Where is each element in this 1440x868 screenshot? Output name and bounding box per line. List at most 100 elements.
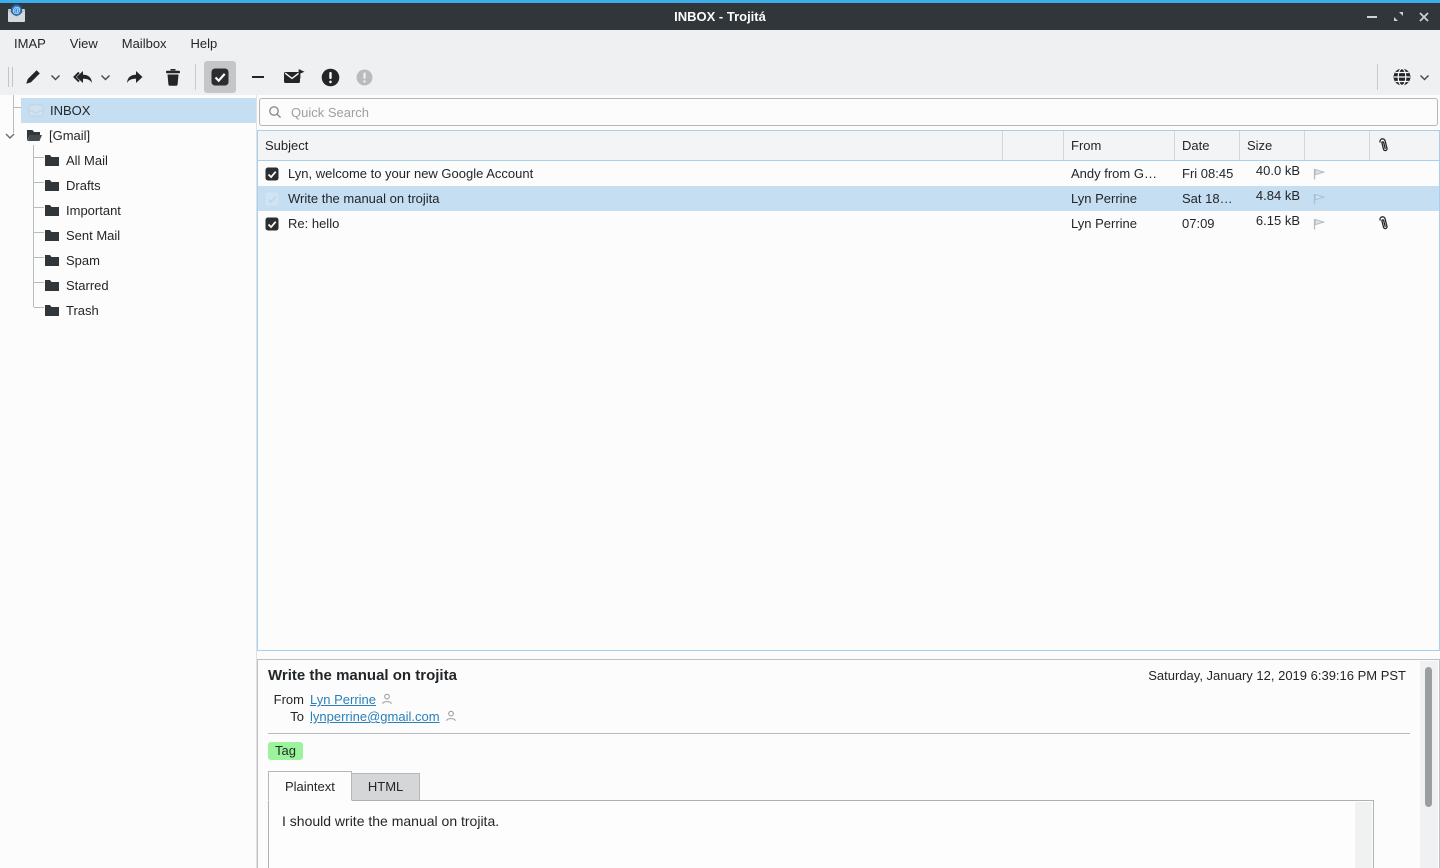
sidebar-item-drafts[interactable]: Drafts — [0, 173, 256, 198]
chevron-down-icon — [1418, 71, 1431, 84]
preview-date: Saturday, January 12, 2019 6:39:16 PM PS… — [1148, 668, 1410, 683]
tag-badge[interactable]: Tag — [268, 742, 303, 760]
message-date: Fri 08:45 — [1175, 161, 1240, 186]
preview-scrollbar-track[interactable] — [1420, 661, 1438, 868]
person-icon[interactable] — [381, 693, 393, 705]
sidebar-item-gmail[interactable]: [Gmail] — [0, 123, 256, 148]
sidebar-item-inbox[interactable]: INBOX — [0, 98, 256, 123]
message-body[interactable]: I should write the manual on trojita. — [268, 800, 1374, 868]
search-box[interactable] — [259, 98, 1438, 126]
column-header-blank[interactable] — [1003, 131, 1064, 160]
read-checkbox-icon[interactable] — [265, 167, 279, 181]
message-size: 4.84 kB — [1240, 183, 1305, 208]
sidebar-item-label: All Mail — [66, 153, 108, 168]
column-header-from[interactable]: From — [1064, 131, 1175, 160]
toolbar — [0, 57, 1440, 98]
preview-divider — [268, 733, 1410, 734]
sidebar-item-sent-mail[interactable]: Sent Mail — [0, 223, 256, 248]
from-link[interactable]: Lyn Perrine — [310, 692, 376, 707]
message-from: Lyn Perrine — [1064, 211, 1175, 236]
message-subject: Lyn, welcome to your new Google Account — [288, 166, 533, 181]
body-scrollbar-track[interactable] — [1355, 802, 1372, 868]
flag-important-button[interactable] — [316, 62, 344, 92]
svg-text:@: @ — [12, 6, 20, 15]
sidebar-item-label: INBOX — [50, 103, 90, 118]
network-button[interactable] — [1388, 62, 1416, 92]
flag-important-disabled-button — [350, 62, 378, 92]
flag-icon[interactable] — [1312, 192, 1327, 206]
column-header-size[interactable]: Size — [1240, 131, 1305, 160]
column-header-subject[interactable]: Subject — [258, 131, 1003, 160]
folder-icon — [44, 229, 60, 242]
folder-icon — [44, 204, 60, 217]
column-header-date[interactable]: Date — [1175, 131, 1240, 160]
chevron-down-icon — [99, 71, 112, 84]
search-row — [257, 95, 1440, 130]
restore-button[interactable] — [1390, 9, 1406, 25]
message-list-header: Subject From Date Size — [258, 131, 1439, 161]
menu-imap[interactable]: IMAP — [2, 32, 58, 55]
read-checkbox-icon[interactable] — [265, 192, 279, 206]
to-link[interactable]: lynperrine@gmail.com — [310, 709, 440, 724]
inbox-icon — [28, 104, 44, 117]
alert-icon — [320, 67, 341, 88]
sidebar-item-label: Sent Mail — [66, 228, 120, 243]
window-title: INBOX - Trojitá — [0, 9, 1440, 24]
reply-options-dropdown[interactable] — [97, 62, 113, 92]
menu-mailbox[interactable]: Mailbox — [110, 32, 179, 55]
message-from: Andy from G… — [1064, 161, 1175, 186]
message-list: Subject From Date Size Lyn, we — [257, 130, 1440, 651]
column-header-attachment[interactable] — [1370, 131, 1439, 160]
minimize-button[interactable] — [1364, 9, 1380, 25]
app-icon: @ — [6, 2, 28, 24]
sidebar-item-important[interactable]: Important — [0, 198, 256, 223]
folder-open-icon — [26, 129, 43, 142]
sidebar-item-label: [Gmail] — [49, 128, 90, 143]
search-input[interactable] — [291, 105, 1429, 120]
message-body-text: I should write the manual on trojita. — [282, 813, 499, 829]
paperclip-icon — [1375, 214, 1393, 234]
person-icon[interactable] — [445, 710, 457, 722]
sidebar-item-label: Important — [66, 203, 121, 218]
checkbox-checked-icon — [210, 67, 230, 87]
tab-plaintext[interactable]: Plaintext — [268, 771, 352, 801]
message-subject: Write the manual on trojita — [288, 191, 440, 206]
preview-subject: Write the manual on trojita — [268, 667, 457, 684]
preview-scrollbar-thumb[interactable] — [1425, 667, 1432, 807]
sidebar-item-spam[interactable]: Spam — [0, 248, 256, 273]
envelope-flag-icon — [282, 66, 306, 88]
titlebar[interactable]: @ INBOX - Trojitá — [0, 3, 1440, 30]
sidebar-item-trash[interactable]: Trash — [0, 298, 256, 323]
sidebar-item-label: Drafts — [66, 178, 101, 193]
alert-disabled-icon — [355, 68, 374, 87]
menu-help[interactable]: Help — [179, 32, 230, 55]
column-header-flag[interactable] — [1305, 131, 1370, 160]
chevron-down-icon[interactable] — [4, 130, 16, 142]
sidebar-item-label: Spam — [66, 253, 100, 268]
sidebar-item-starred[interactable]: Starred — [0, 273, 256, 298]
tab-html[interactable]: HTML — [351, 773, 420, 801]
compose-button[interactable] — [19, 62, 47, 92]
mark-junk-button[interactable] — [280, 62, 308, 92]
menu-view[interactable]: View — [58, 32, 110, 55]
reply-button[interactable] — [69, 62, 97, 92]
sidebar-item-all-mail[interactable]: All Mail — [0, 148, 256, 173]
mark-deleted-button[interactable] — [244, 62, 272, 92]
toolbar-drag-handle[interactable] — [8, 67, 13, 87]
chevron-down-icon — [49, 71, 62, 84]
message-size: 6.15 kB — [1240, 208, 1305, 233]
reply-icon — [71, 66, 95, 88]
compose-options-dropdown[interactable] — [47, 62, 63, 92]
flag-icon[interactable] — [1312, 217, 1327, 231]
mark-read-toggle[interactable] — [204, 61, 236, 93]
flag-icon[interactable] — [1312, 167, 1327, 181]
message-date: 07:09 — [1175, 211, 1240, 236]
globe-icon — [1392, 67, 1412, 87]
message-row[interactable]: Re: hello Lyn Perrine 07:09 6.15 kB — [258, 211, 1439, 236]
network-options-dropdown[interactable] — [1416, 62, 1432, 92]
close-button[interactable] — [1416, 9, 1432, 25]
read-checkbox-icon[interactable] — [265, 217, 279, 231]
forward-button[interactable] — [121, 62, 149, 92]
paperclip-icon — [1375, 136, 1393, 156]
delete-button[interactable] — [159, 62, 187, 92]
